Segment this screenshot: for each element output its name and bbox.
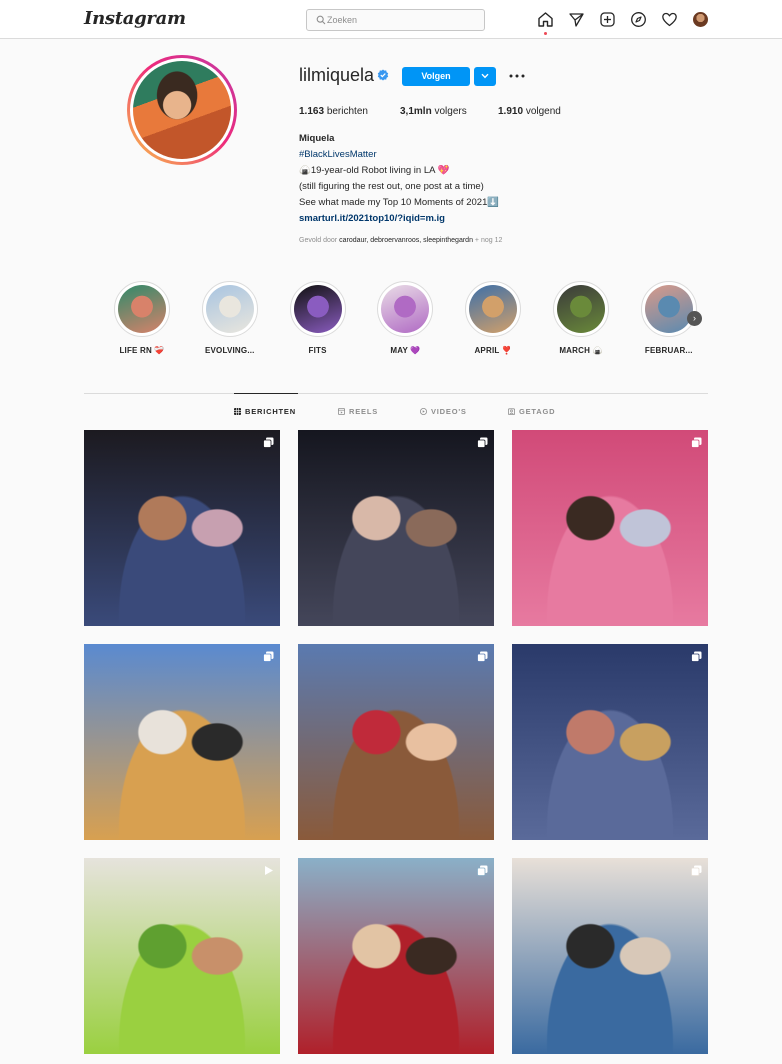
carousel-icon [691,865,702,876]
highlight-cover-ring [201,281,258,337]
search-box[interactable] [306,9,485,31]
more-options-icon[interactable] [508,68,526,84]
carousel-icon [691,437,702,448]
tab-posts[interactable]: BERICHTEN [234,407,296,416]
explore-icon[interactable] [630,11,647,28]
post-thumbnail[interactable] [84,430,280,626]
highlight-label: LIFE RN ❤️‍🩹 [119,346,165,355]
tagged-icon [508,408,515,415]
following-count-stat[interactable]: 1.910 volgend [498,106,561,117]
followed-by-text[interactable]: Gevold door carodaur, debroervanroos, sl… [299,237,502,244]
bio-hashtag-link[interactable]: #BlackLivesMatter [299,147,599,163]
profile-picture-story-ring[interactable] [127,55,237,165]
activity-heart-icon[interactable] [661,11,678,28]
highlight-label: MAY 💜 [390,346,421,355]
profile-picture [133,61,231,159]
highlight-cover-image [118,285,166,333]
search-icon [316,15,326,25]
chevron-down-icon [481,73,489,79]
grid-icon [234,408,241,415]
home-icon[interactable] [537,11,554,35]
highlight-cover-ring [289,281,346,337]
tabs-divider [84,393,708,394]
video-icon [265,866,273,875]
highlights-next-arrow-icon[interactable]: › [687,311,702,326]
highlight-cover-ring [377,281,434,337]
bio-line: (still figuring the rest out, one post a… [299,181,484,192]
post-thumbnail[interactable] [512,644,708,840]
highlight-label: MARCH 🍙 [559,346,603,355]
top-navigation-bar: Instagram [0,0,782,39]
highlight-cover-ring [553,281,609,337]
direct-icon[interactable] [568,11,585,28]
new-post-icon[interactable] [599,11,616,28]
profile-avatar[interactable] [692,11,709,28]
carousel-icon [263,651,274,662]
post-thumbnail[interactable] [512,430,708,626]
carousel-icon [477,865,488,876]
reels-icon [338,408,345,415]
highlight-cover-ring [465,281,522,337]
highlight-cover-ring [114,281,170,337]
bio-line: See what made my Top 10 Moments of 2021⬇… [299,197,500,208]
post-thumbnail[interactable] [298,430,494,626]
follow-button[interactable]: Volgen [402,67,470,86]
search-input[interactable] [327,13,477,27]
highlight-cover-image [205,285,254,333]
highlight-cover-image [293,285,342,333]
followers-count-stat[interactable]: 3,1mln volgers [400,106,467,117]
carousel-icon [477,437,488,448]
tab-videos[interactable]: VIDEO'S [420,407,467,416]
highlight-cover-ring [640,281,697,337]
carousel-icon [691,651,702,662]
carousel-icon [263,437,274,448]
tab-tagged[interactable]: GETAGD [508,407,555,416]
highlight-label: FITS [308,346,327,355]
highlight-label: APRIL ❣️ [474,346,512,355]
highlight-cover-image [469,285,518,333]
highlight-label: EVOLVING... [204,346,255,355]
play-icon [420,408,427,415]
highlight-cover-image [557,285,605,333]
post-thumbnail[interactable] [512,858,708,1054]
post-thumbnail[interactable] [84,644,280,840]
suggested-accounts-dropdown-button[interactable] [474,67,496,86]
notification-dot [544,32,547,35]
profile-bio: Miquela #BlackLivesMatter 🍙19-year-old R… [299,131,599,227]
tab-reels[interactable]: REELS [338,407,378,416]
bio-line: 🍙19-year-old Robot living in LA 💖 [299,165,450,176]
verified-badge-icon [377,69,389,81]
posts-count-stat: 1.163 berichten [299,106,368,117]
instagram-logo[interactable]: Instagram [84,8,186,29]
profile-avatar-image [693,12,708,27]
highlight-cover-image [644,285,693,333]
highlight-cover-image [381,285,430,333]
post-thumbnail[interactable] [298,858,494,1054]
post-thumbnail[interactable] [84,858,280,1054]
profile-display-name: Miquela [299,133,335,144]
post-thumbnail[interactable] [298,644,494,840]
active-tab-indicator [234,393,298,394]
highlight-label: FEBRUAR... [644,346,693,355]
carousel-icon [477,651,488,662]
bio-website-link[interactable]: smarturl.it/2021top10/?iqid=m.ig [299,211,599,227]
profile-username: lilmiquela [299,65,375,85]
